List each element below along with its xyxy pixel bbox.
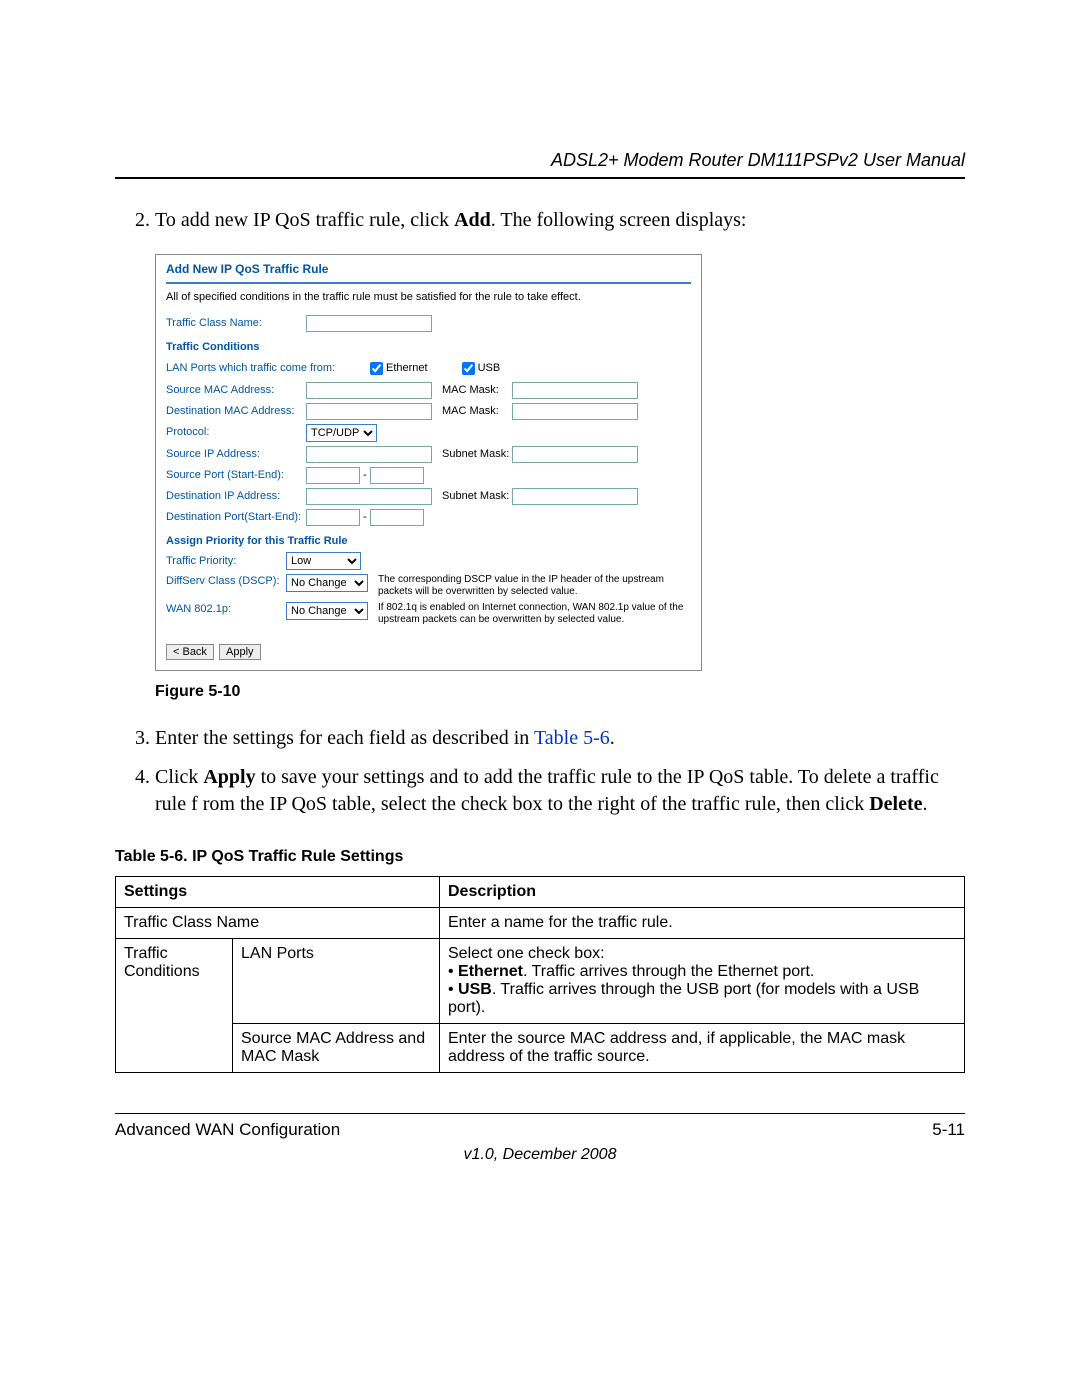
footer-left: Advanced WAN Configuration [115, 1120, 340, 1140]
dst-port-label: Destination Port(Start-End): [166, 510, 306, 525]
step-3: Enter the settings for each field as des… [155, 725, 965, 752]
step-3-post: . [610, 727, 615, 749]
shot-intro: All of specified conditions in the traff… [166, 290, 691, 305]
src-port-label: Source Port (Start-End): [166, 468, 306, 483]
step-4-bold1: Apply [203, 766, 255, 788]
table-row: Traffic Class Name Enter a name for the … [116, 907, 965, 938]
td-description: Enter a name for the traffic rule. [440, 907, 965, 938]
desc-b2-rest: . Traffic arrives through the USB port (… [448, 981, 919, 1016]
th-settings: Settings [116, 876, 440, 907]
section-traffic-conditions: Traffic Conditions [166, 340, 691, 355]
shot-title: Add New IP QoS Traffic Rule [166, 262, 328, 276]
traffic-class-name-input[interactable] [306, 315, 432, 332]
td-setting-sub: LAN Ports [233, 938, 440, 1023]
page-header: ADSL2+ Modem Router DM111PSPv2 User Manu… [115, 150, 965, 171]
priority-label: Traffic Priority: [166, 554, 286, 569]
settings-table: Settings Description Traffic Class Name … [115, 876, 965, 1073]
footer-version: v1.0, December 2008 [115, 1146, 965, 1164]
src-subnet-label: Subnet Mask: [442, 447, 512, 462]
table-link[interactable]: Table 5-6 [534, 727, 610, 749]
desc-b2-bold: USB [458, 981, 492, 998]
header-separator [115, 177, 965, 179]
qos-rule-screenshot: Add New IP QoS Traffic Rule All of speci… [155, 254, 702, 671]
dscp-hint: The corresponding DSCP value in the IP h… [378, 574, 691, 598]
footer-separator [115, 1113, 965, 1114]
dst-mac-mask-input[interactable] [512, 403, 638, 420]
step-3-pre: Enter the settings for each field as des… [155, 727, 534, 749]
steps-list-cont: Enter the settings for each field as des… [155, 725, 965, 818]
src-mac-mask-input[interactable] [512, 382, 638, 399]
table-row: Source MAC Address and MAC Mask Enter th… [116, 1023, 965, 1072]
lan-ports-label: LAN Ports which traffic come from: [166, 361, 366, 376]
td-setting-group: Traffic Conditions [116, 938, 233, 1072]
footer-right: 5-11 [932, 1120, 965, 1140]
dst-subnet-input[interactable] [512, 488, 638, 505]
src-mac-input[interactable] [306, 382, 432, 399]
dst-port-start-input[interactable] [306, 509, 360, 526]
ethernet-text: Ethernet [386, 361, 428, 376]
dst-mac-label: Destination MAC Address: [166, 404, 306, 419]
steps-list: To add new IP QoS traffic rule, click Ad… [155, 207, 965, 234]
usb-checkbox[interactable] [462, 362, 475, 375]
table-row: Traffic Conditions LAN Ports Select one … [116, 938, 965, 1023]
step-2-bold: Add [454, 209, 491, 231]
step-4-post: . [923, 793, 928, 815]
src-port-end-input[interactable] [370, 467, 424, 484]
src-subnet-input[interactable] [512, 446, 638, 463]
protocol-select[interactable]: TCP/UDP [306, 424, 377, 442]
step-4-bold2: Delete [869, 793, 922, 815]
dst-port-end-input[interactable] [370, 509, 424, 526]
dst-subnet-label: Subnet Mask: [442, 489, 512, 504]
src-port-start-input[interactable] [306, 467, 360, 484]
back-button[interactable]: < Back [166, 644, 214, 660]
desc-b1-rest: . Traffic arrives through the Ethernet p… [523, 963, 814, 980]
dst-mac-mask-label: MAC Mask: [442, 404, 512, 419]
td-description: Select one check box: • Ethernet. Traffi… [440, 938, 965, 1023]
step-4: Click Apply to save your settings and to… [155, 764, 965, 818]
traffic-class-name-label: Traffic Class Name: [166, 316, 306, 331]
td-description: Enter the source MAC address and, if app… [440, 1023, 965, 1072]
footer-row: Advanced WAN Configuration 5-11 [115, 1120, 965, 1140]
section-assign-priority: Assign Priority for this Traffic Rule [166, 534, 691, 549]
wan-select[interactable]: No Change [286, 602, 368, 620]
dash-icon: - [363, 468, 367, 483]
td-setting-sub: Source MAC Address and MAC Mask [233, 1023, 440, 1072]
apply-button[interactable]: Apply [219, 644, 261, 660]
step-4-pre: Click [155, 766, 203, 788]
table-caption: Table 5-6. IP QoS Traffic Rule Settings [115, 848, 965, 866]
td-setting: Traffic Class Name [116, 907, 440, 938]
step-2-post: . The following screen displays: [491, 209, 747, 231]
wan-label: WAN 802.1p: [166, 602, 286, 617]
dst-ip-label: Destination IP Address: [166, 489, 306, 504]
table-header-row: Settings Description [116, 876, 965, 907]
src-mac-label: Source MAC Address: [166, 383, 306, 398]
usb-checkbox-label: USB [458, 359, 501, 378]
priority-select[interactable]: Low [286, 552, 361, 570]
figure-caption: Figure 5-10 [155, 681, 965, 703]
usb-text: USB [478, 361, 501, 376]
src-ip-input[interactable] [306, 446, 432, 463]
dst-mac-input[interactable] [306, 403, 432, 420]
step-4-mid: to save your settings and to add the tra… [155, 766, 939, 815]
dash-icon: - [363, 510, 367, 525]
step-2: To add new IP QoS traffic rule, click Ad… [155, 207, 965, 234]
dscp-select[interactable]: No Change [286, 574, 368, 592]
dst-ip-input[interactable] [306, 488, 432, 505]
desc-pre: Select one check box: [448, 945, 605, 962]
desc-b1-bold: Ethernet [458, 963, 523, 980]
dscp-label: DiffServ Class (DSCP): [166, 574, 286, 589]
th-description: Description [440, 876, 965, 907]
protocol-label: Protocol: [166, 425, 306, 440]
ethernet-checkbox[interactable] [370, 362, 383, 375]
src-mac-mask-label: MAC Mask: [442, 383, 512, 398]
ethernet-checkbox-label: Ethernet [366, 359, 428, 378]
wan-hint: If 802.1q is enabled on Internet connect… [378, 602, 691, 626]
step-2-pre: To add new IP QoS traffic rule, click [155, 209, 454, 231]
src-ip-label: Source IP Address: [166, 447, 306, 462]
